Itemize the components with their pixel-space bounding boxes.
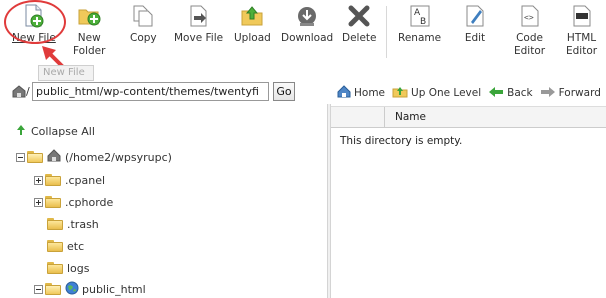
tree-item-label: .trash (67, 217, 99, 231)
go-button[interactable]: Go (273, 82, 295, 101)
expand-toggle[interactable] (34, 197, 43, 207)
delete-label: Delete (342, 32, 377, 44)
upload-label: Upload (234, 32, 271, 44)
download-icon (295, 4, 319, 28)
download-button[interactable]: Download (281, 4, 333, 45)
up-level-icon (392, 85, 408, 101)
code-editor-button[interactable]: <> Code Editor (514, 4, 545, 58)
nav-back-button[interactable]: Back (488, 86, 533, 101)
folder-icon (45, 196, 61, 208)
globe-icon (65, 281, 79, 298)
tree-item-label: etc (67, 239, 85, 253)
path-input[interactable] (32, 82, 269, 101)
nav-up-label: Up One Level (411, 87, 482, 99)
collapse-all-label: Collapse All (31, 125, 95, 138)
pane-divider[interactable] (327, 104, 331, 298)
back-arrow-icon (488, 86, 504, 101)
collapse-all-button[interactable]: Collapse All (15, 124, 95, 139)
tree-root-label: (/home2/wpsyrupc) (65, 150, 172, 164)
new-file-button[interactable]: New File (12, 4, 56, 45)
path-root-prefix: / (26, 85, 30, 98)
html-editor-button[interactable]: HTML Editor (566, 4, 597, 58)
new-folder-button[interactable]: New Folder (73, 4, 105, 58)
nav-back-label: Back (507, 87, 533, 99)
column-separator (384, 107, 385, 127)
code-editor-label: Code Editor (514, 32, 546, 57)
folder-open-icon (27, 151, 43, 163)
nav-bar: Home Up One Level Back Forward (330, 82, 606, 104)
edit-icon (463, 4, 487, 28)
rename-label: Rename (398, 32, 442, 44)
path-bar: / Go (0, 80, 330, 102)
folder-icon (47, 218, 63, 230)
tree-item[interactable]: .cphorde (34, 193, 113, 211)
tree-root-row[interactable]: (/home2/wpsyrupc) (16, 148, 172, 166)
collapse-toggle[interactable] (16, 152, 25, 162)
nav-forward-button[interactable]: Forward (540, 86, 601, 101)
folder-icon (47, 240, 63, 252)
folder-icon (47, 262, 63, 274)
home-folder-icon (47, 149, 61, 165)
new-file-icon (22, 4, 46, 28)
delete-icon (347, 4, 371, 28)
svg-text:<>: <> (524, 13, 534, 22)
expand-toggle[interactable] (34, 175, 43, 185)
collapse-toggle[interactable] (34, 284, 43, 294)
download-label: Download (281, 32, 334, 44)
code-editor-icon: <> (518, 4, 542, 28)
tree-item-label: public_html (82, 282, 146, 296)
new-folder-label: New Folder (73, 32, 106, 57)
tree-item[interactable]: .cpanel (34, 171, 105, 189)
home-path-icon (12, 84, 26, 101)
copy-icon (131, 4, 155, 28)
folder-icon (45, 174, 61, 186)
svg-text:B: B (420, 17, 426, 27)
move-file-button[interactable]: Move File (174, 4, 223, 45)
copy-label: Copy (130, 32, 157, 44)
file-table-header: Name (331, 106, 606, 128)
toolbar-separator (386, 6, 387, 58)
move-file-label: Move File (174, 32, 224, 44)
tree-item[interactable]: .trash (47, 215, 99, 233)
new-folder-icon (77, 4, 101, 28)
edit-label: Edit (464, 32, 486, 44)
delete-button[interactable]: Delete (342, 4, 377, 45)
nav-up-button[interactable]: Up One Level (392, 85, 481, 101)
rename-button[interactable]: A B Rename (398, 4, 441, 45)
tooltip: New File (38, 65, 94, 81)
html-editor-label: HTML Editor (566, 32, 598, 57)
move-file-icon (187, 4, 211, 28)
home-icon (337, 85, 351, 101)
folder-open-icon (45, 283, 61, 295)
tree-item[interactable]: etc (47, 237, 84, 255)
tree-item-label: .cpanel (65, 173, 106, 187)
forward-arrow-icon (540, 86, 556, 101)
copy-button[interactable]: Copy (130, 4, 157, 45)
tree-item-label: .cphorde (65, 195, 114, 209)
nav-home-label: Home (354, 87, 386, 99)
nav-home-button[interactable]: Home (337, 85, 385, 101)
tree-item[interactable]: logs (47, 259, 90, 277)
edit-button[interactable]: Edit (463, 4, 487, 45)
empty-directory-message: This directory is empty. (340, 135, 463, 147)
upload-button[interactable]: Upload (234, 4, 271, 45)
collapse-all-icon (15, 124, 27, 139)
tree-item[interactable]: public_html (34, 280, 146, 298)
html-editor-icon (570, 4, 594, 28)
nav-forward-label: Forward (558, 87, 601, 99)
rename-icon: A B (408, 4, 432, 28)
upload-icon (240, 4, 264, 28)
column-name-header[interactable]: Name (395, 111, 426, 123)
tree-item-label: logs (67, 261, 90, 275)
